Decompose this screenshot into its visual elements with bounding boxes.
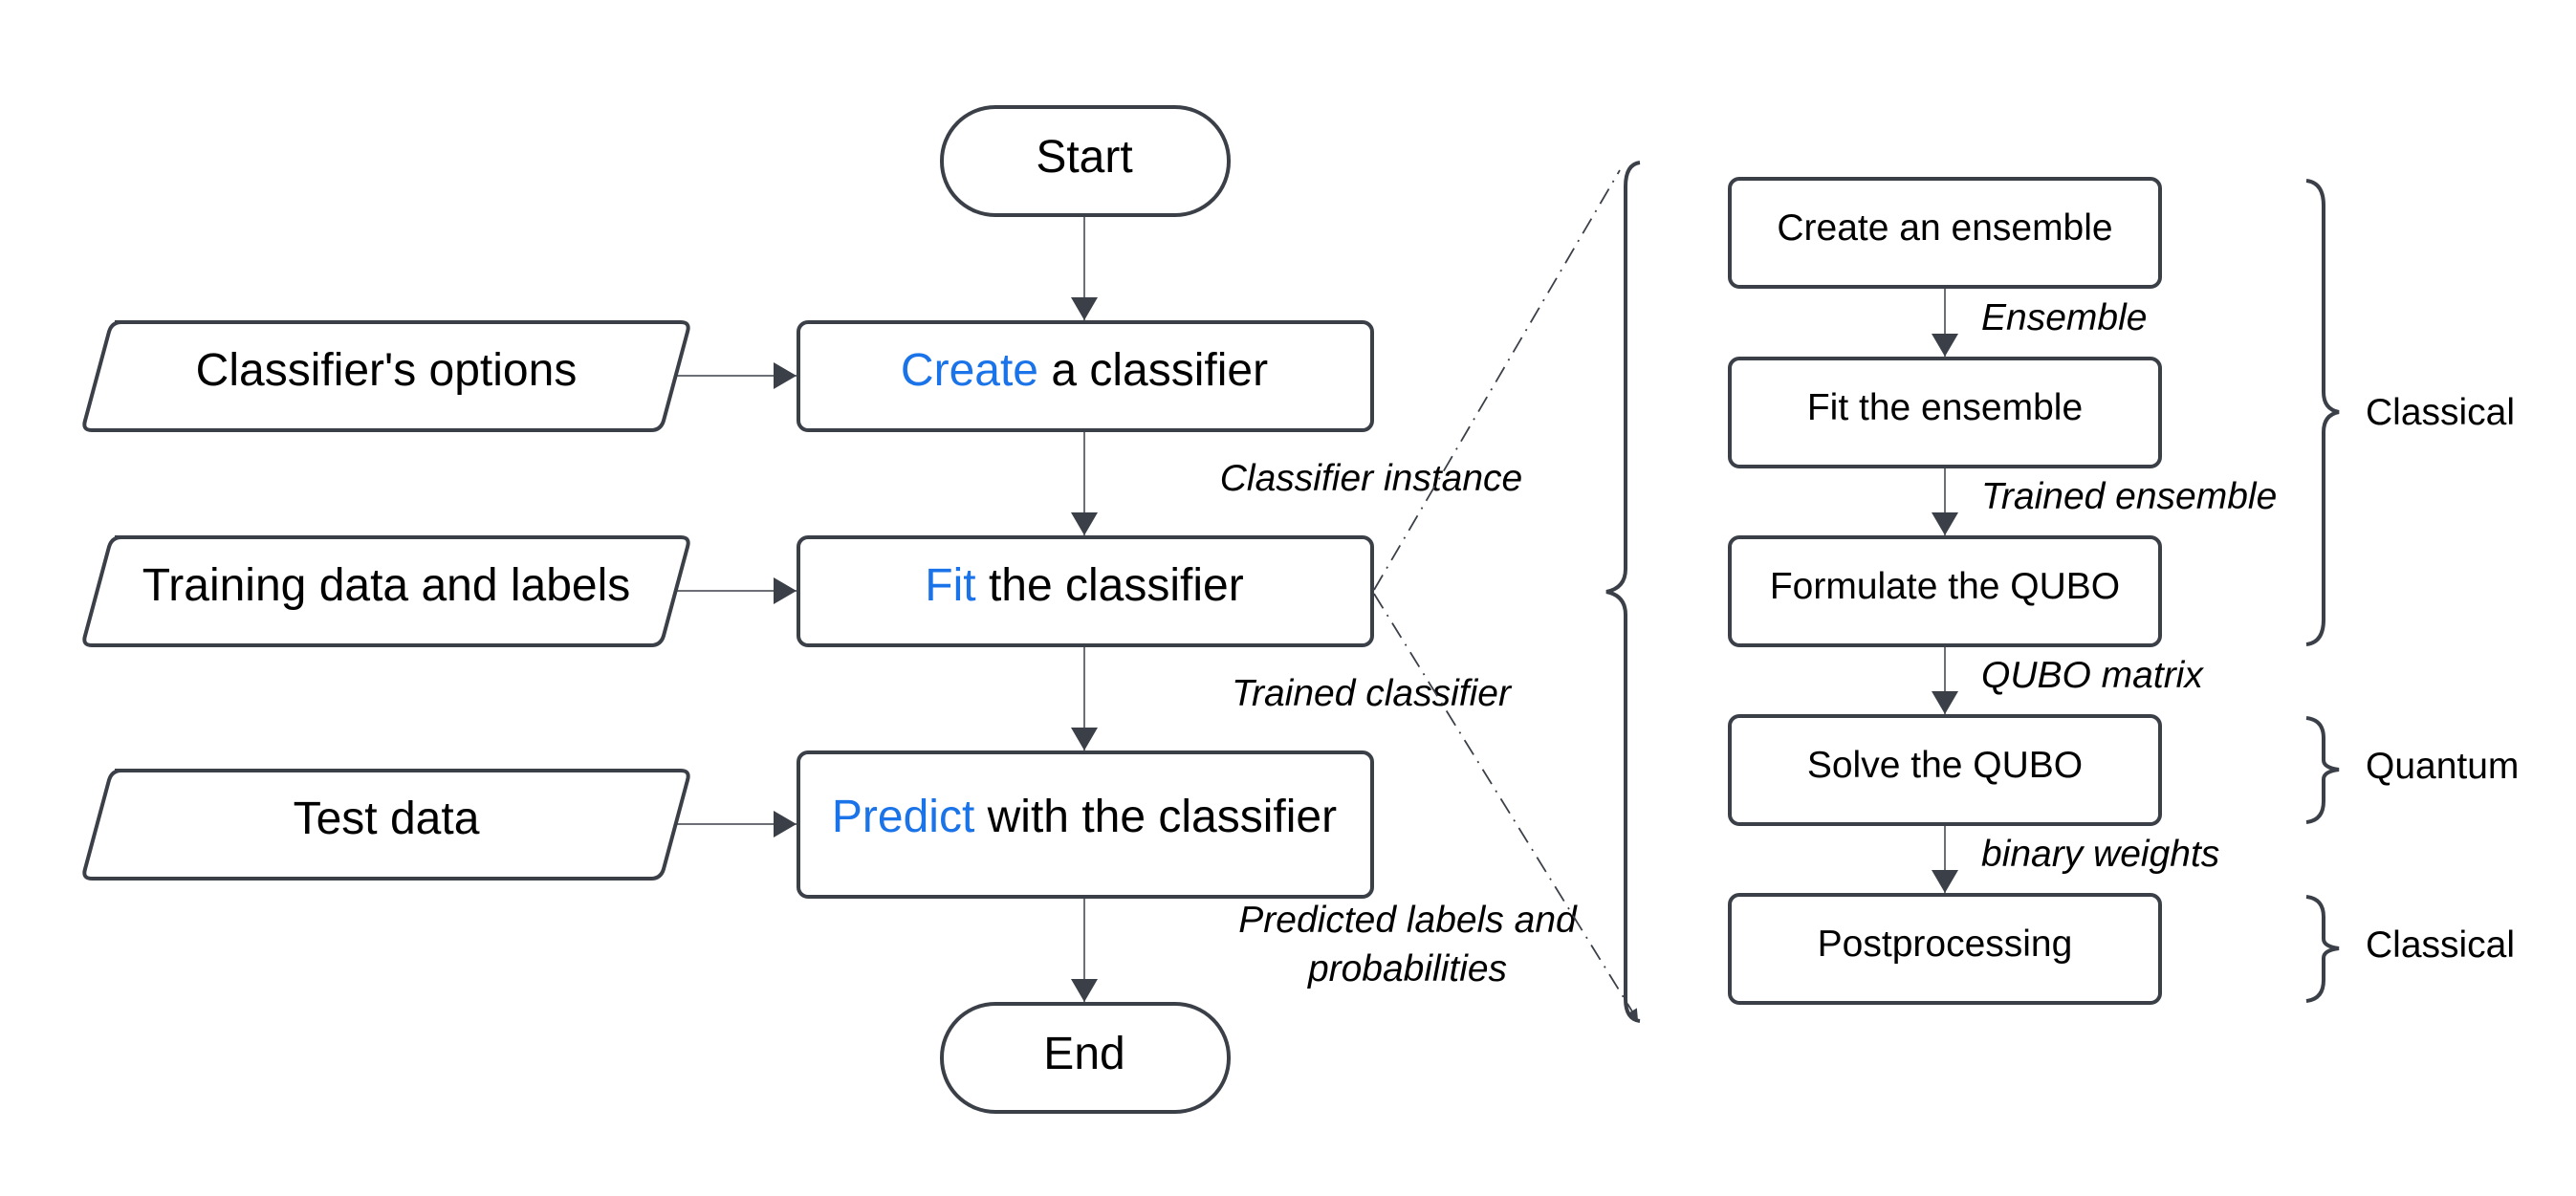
- classifier-options-input: Classifier's options: [82, 320, 690, 432]
- group-label-quantum: Quantum: [2366, 746, 2519, 787]
- label-classifier-instance: Classifier instance: [1220, 458, 1522, 499]
- formulate-qubo-label: Formulate the QUBO: [1770, 566, 2120, 607]
- solve-qubo-label: Solve the QUBO: [1807, 745, 2083, 786]
- create-rest: a classifier: [1038, 345, 1268, 396]
- label-predicted-line2: probabilities: [1307, 948, 1507, 989]
- create-ensemble-box: Create an ensemble: [1728, 177, 2162, 289]
- expansion-brace: [1605, 161, 1641, 1023]
- zoom-line-top: [1373, 169, 1621, 591]
- label-trained-classifier: Trained classifier: [1232, 673, 1513, 714]
- start-terminal: Start: [940, 105, 1231, 217]
- training-data-input: Training data and labels: [82, 535, 690, 647]
- classical-brace-2: [2305, 895, 2340, 1003]
- fit-ensemble-label: Fit the ensemble: [1807, 387, 2083, 428]
- svg-text:Fit the classifier: Fit the classifier: [925, 560, 1243, 611]
- flowchart: Start End Create a classifier Fit the cl…: [82, 105, 2519, 1114]
- predict-keyword: Predict: [832, 792, 974, 842]
- postprocessing-label: Postprocessing: [1818, 924, 2073, 965]
- classifier-options-label: Classifier's options: [196, 345, 578, 396]
- postprocessing-box: Postprocessing: [1728, 893, 2162, 1005]
- fit-ensemble-box: Fit the ensemble: [1728, 357, 2162, 468]
- label-qubo-matrix: QUBO matrix: [1981, 655, 2204, 696]
- test-data-input: Test data: [82, 769, 690, 881]
- label-trained-ensemble: Trained ensemble: [1981, 476, 2277, 517]
- create-keyword: Create: [901, 345, 1038, 396]
- fit-keyword: Fit: [925, 560, 975, 611]
- label-ensemble: Ensemble: [1981, 297, 2147, 338]
- end-terminal: End: [940, 1002, 1231, 1114]
- end-label: End: [1043, 1029, 1124, 1079]
- label-binary-weights: binary weights: [1981, 834, 2219, 875]
- svg-text:Create a classifier: Create a classifier: [901, 345, 1268, 396]
- group-label-classical-1: Classical: [2366, 392, 2515, 433]
- test-data-label: Test data: [294, 794, 480, 844]
- start-label: Start: [1036, 132, 1132, 183]
- fit-rest: the classifier: [976, 560, 1244, 611]
- fit-classifier-box: Fit the classifier: [797, 535, 1374, 647]
- training-data-label: Training data and labels: [142, 560, 631, 611]
- svg-text:Predict with the classifier: Predict with the classifier: [832, 792, 1337, 842]
- predict-rest: with the classifier: [974, 792, 1337, 842]
- formulate-qubo-box: Formulate the QUBO: [1728, 535, 2162, 647]
- create-classifier-box: Create a classifier: [797, 320, 1374, 432]
- label-predicted-line1: Predicted labels and: [1238, 900, 1578, 941]
- predict-classifier-box: Predict with the classifier: [797, 750, 1374, 899]
- classical-brace-1: [2305, 179, 2340, 646]
- quantum-brace: [2305, 716, 2340, 824]
- create-ensemble-label: Create an ensemble: [1777, 207, 2112, 249]
- group-label-classical-2: Classical: [2366, 924, 2515, 966]
- solve-qubo-box: Solve the QUBO: [1728, 714, 2162, 826]
